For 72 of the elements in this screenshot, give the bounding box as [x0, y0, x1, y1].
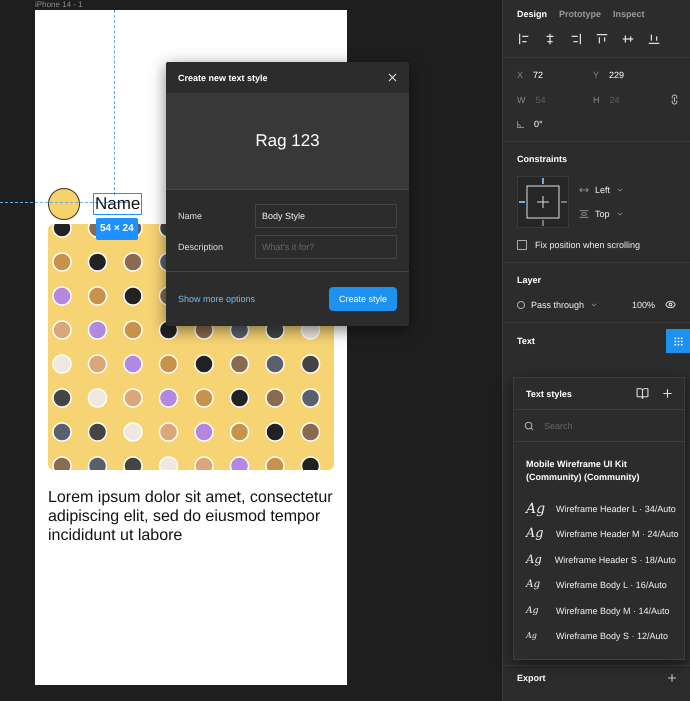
- panel-tab[interactable]: Prototype: [559, 7, 602, 21]
- style-sample: Ag: [526, 500, 546, 518]
- input-field[interactable]: Body Style: [255, 204, 397, 228]
- chevron-icon: [616, 186, 624, 194]
- text-style-item[interactable]: Ag Wireframe Body L · 16/Auto: [514, 572, 684, 598]
- dialog-title: Create new text style: [178, 72, 268, 82]
- show-more-link[interactable]: Show more options: [178, 294, 256, 304]
- geometry-label: Y: [593, 70, 600, 80]
- panel-tab[interactable]: Design: [517, 7, 548, 21]
- constraints-widget[interactable]: [517, 176, 569, 228]
- style-sample: Ag: [526, 604, 540, 617]
- checkbox-label: Fix position when scrolling: [535, 240, 640, 250]
- text-style-item[interactable]: Ag Wireframe Body S · 12/Auto: [514, 624, 684, 649]
- field-label: Name: [178, 211, 204, 221]
- text-style-item[interactable]: Ag Wireframe Body M · 14/Auto: [514, 598, 684, 624]
- body-paragraph: Lorem ipsum dolor sit amet, consectetur adipiscing elit, sed do eiusmod tempor incididunt ut labore: [48, 488, 334, 545]
- style-sample: Ag: [526, 631, 538, 642]
- geometry-value[interactable]: 72: [533, 70, 544, 80]
- style-name: Wireframe Body L · 16/Auto: [556, 580, 667, 590]
- input-field[interactable]: What's it for?: [255, 235, 397, 259]
- popover-title: Text styles: [526, 388, 572, 398]
- preview-text: Rag 123: [255, 131, 320, 151]
- link-icon[interactable]: [669, 94, 680, 105]
- chevron-icon: [616, 210, 624, 218]
- section-title: Constraints: [517, 154, 568, 164]
- panel-tab[interactable]: Inspect: [613, 7, 645, 21]
- style-name: Wireframe Header L · 34/Auto: [556, 504, 676, 514]
- add-icon[interactable]: [661, 387, 674, 400]
- vertical-align-icon: [579, 209, 589, 219]
- circle-icon: [517, 300, 525, 308]
- section-title: Layer: [517, 275, 542, 285]
- geometry-label: H: [593, 94, 600, 104]
- geometry-label: X: [517, 70, 524, 80]
- style-name: Wireframe Header M · 24/Auto: [556, 529, 679, 540]
- geometry-value[interactable]: 229: [609, 70, 624, 80]
- eye-icon[interactable]: [665, 299, 676, 310]
- horizontal-constraint-select[interactable]: Left: [579, 185, 624, 195]
- style-sample: Ag: [526, 552, 543, 568]
- field-label: Description: [178, 242, 224, 252]
- angle-icon: [517, 120, 524, 128]
- text-style-item[interactable]: Ag Wireframe Header M · 24/Auto: [514, 522, 684, 547]
- search-icon: [524, 420, 534, 430]
- align-icon[interactable]: [595, 32, 609, 46]
- section-title: Export: [517, 672, 546, 682]
- style-sample: Ag: [526, 578, 542, 592]
- avatar-circle: [48, 188, 80, 220]
- style-name: Wireframe Body M · 14/Auto: [556, 606, 670, 616]
- opacity-value[interactable]: 100%: [632, 300, 655, 310]
- text-style-item[interactable]: Ag Wireframe Header L · 34/Auto: [514, 496, 684, 522]
- geometry-label: W: [517, 94, 526, 104]
- align-icon[interactable]: [569, 32, 583, 46]
- blend-mode-select[interactable]: Pass through: [517, 300, 598, 310]
- dots-icon: [672, 336, 684, 346]
- frame-label: iPhone 14 - 1: [35, 0, 83, 9]
- library-name: Mobile Wireframe UI Kit (Community) (Community): [525, 458, 640, 484]
- book-icon[interactable]: [636, 387, 649, 400]
- rotation-value[interactable]: 0°: [534, 119, 543, 129]
- horizontal-arrows-icon: [579, 185, 589, 195]
- size-badge: 54 × 24: [96, 218, 138, 240]
- add-icon[interactable]: [666, 672, 678, 684]
- style-name: Wireframe Header S · 18/Auto: [554, 554, 676, 565]
- align-icon[interactable]: [517, 32, 531, 46]
- close-icon[interactable]: [386, 71, 399, 84]
- style-sample: Ag: [526, 526, 544, 543]
- text-styles-button[interactable]: [666, 329, 690, 353]
- style-name: Wireframe Body S · 12/Auto: [556, 631, 668, 642]
- section-title: Text: [517, 336, 535, 346]
- search-field[interactable]: Search: [542, 420, 662, 432]
- text-style-item[interactable]: Ag Wireframe Header S · 18/Auto: [514, 547, 684, 572]
- align-icon[interactable]: [647, 32, 661, 46]
- vertical-constraint-select[interactable]: Top: [579, 209, 624, 219]
- checkbox[interactable]: [517, 240, 527, 250]
